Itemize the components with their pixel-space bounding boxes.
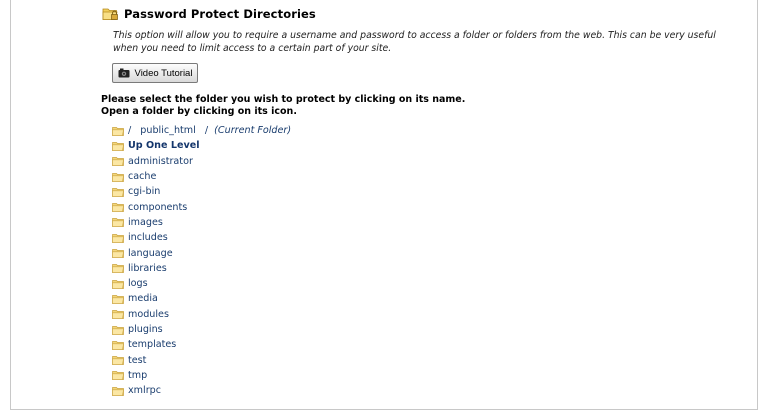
folder-link[interactable]: logs [128,278,148,289]
folder-row: logs [112,276,291,291]
folder-link[interactable]: media [128,293,158,304]
folder-icon[interactable] [112,309,124,320]
folder-row: components [112,199,291,214]
folder-row: cgi-bin [112,184,291,199]
folder-link[interactable]: test [128,355,146,366]
folder-link[interactable]: tmp [128,370,147,381]
video-tutorial-label: Video Tutorial [134,67,193,79]
folder-icon[interactable] [112,340,124,350]
folder-icon[interactable] [112,126,124,136]
folder-icon[interactable] [112,294,124,304]
page-title: Password Protect Directories [124,6,316,21]
folder-link[interactable]: cache [128,171,156,182]
instruction-line-2: Open a folder by clicking on its icon. [101,105,297,117]
folder-icon[interactable] [112,202,124,212]
folder-row: media [112,291,291,306]
folder-row: administrator [112,154,291,169]
video-camera-icon [118,68,130,78]
path-folder-link[interactable]: public_html [140,125,196,136]
folder-link[interactable]: includes [128,232,168,243]
folder-icon[interactable] [112,172,124,182]
folder-link[interactable]: templates [128,339,176,350]
folder-link[interactable]: modules [128,309,169,320]
folder-row: test [112,352,291,367]
folder-row: images [112,215,291,230]
folder-row: includes [112,230,291,245]
path-separator: / [204,125,209,137]
folder-icon[interactable] [112,325,124,335]
current-folder-row: / public_html / (Current Folder) [112,123,291,138]
folder-link[interactable]: components [128,202,187,213]
up-one-level-row: Up One Level [112,138,291,153]
instructions: Please select the folder you wish to pro… [101,94,465,117]
folder-row: tmp [112,368,291,383]
folder-lock-icon [102,8,118,20]
folder-list: / public_html / (Current Folder) Up One … [112,123,291,398]
current-folder-note: (Current Folder) [214,125,292,137]
folder-icon[interactable] [112,233,124,243]
up-one-level-link[interactable]: Up One Level [128,140,200,151]
folder-link[interactable]: images [128,217,163,228]
current-path: / public_html / (Current Folder) [128,125,291,136]
folder-icon[interactable] [112,156,124,167]
folder-row: libraries [112,261,291,276]
folder-row: cache [112,169,291,184]
folder-icon[interactable] [112,141,124,151]
instruction-line-1: Please select the folder you wish to pro… [101,94,466,105]
folder-link[interactable]: xmlrpc [128,385,161,396]
folder-link[interactable]: plugins [128,324,163,335]
folder-link[interactable]: language [128,248,173,259]
video-tutorial-button[interactable]: Video Tutorial [112,63,198,83]
folder-link[interactable]: cgi-bin [128,186,160,197]
folder-row: language [112,245,291,260]
folder-icon[interactable] [112,279,124,289]
folder-link[interactable]: libraries [128,263,167,274]
folder-link[interactable]: administrator [128,156,193,167]
folder-row: templates [112,337,291,352]
folder-icon[interactable] [112,386,124,396]
folder-row: plugins [112,322,291,337]
page-header: Password Protect Directories [102,5,316,22]
folder-icon[interactable] [112,370,124,381]
path-root-link[interactable]: / [128,125,131,136]
folder-icon[interactable] [112,355,124,365]
folder-icon[interactable] [112,187,124,197]
folder-row: xmlrpc [112,383,291,398]
folder-icon[interactable] [112,263,124,274]
folder-icon[interactable] [112,248,124,258]
folder-row: modules [112,307,291,322]
description-text: This option will allow you to require a … [113,30,716,54]
folder-icon[interactable] [112,217,124,228]
